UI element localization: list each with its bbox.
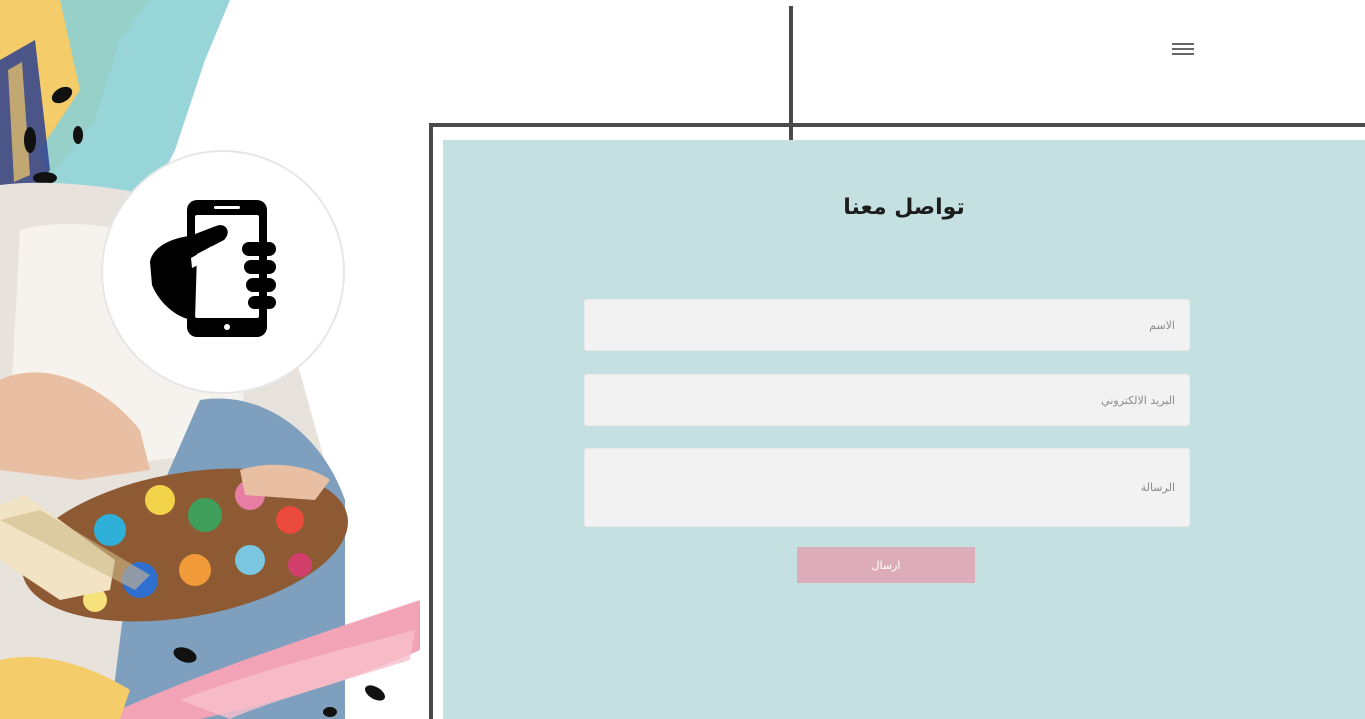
- contact-form-panel: تواصل معنا ارسال: [443, 140, 1365, 719]
- menu-bar: [1172, 48, 1194, 50]
- menu-bar: [1172, 43, 1194, 45]
- frame-border-top: [429, 123, 1365, 127]
- submit-button[interactable]: ارسال: [797, 547, 975, 583]
- hero-artwork: [0, 0, 420, 719]
- menu-bar: [1172, 53, 1194, 55]
- frame-divider-vertical: [789, 6, 793, 140]
- hamburger-menu-icon[interactable]: [1168, 38, 1198, 60]
- contact-page: تواصل معنا ارسال: [0, 0, 1365, 719]
- contact-title: تواصل معنا: [843, 195, 965, 220]
- name-input[interactable]: [584, 299, 1190, 351]
- painting-illustration: [0, 0, 420, 719]
- frame-border-left: [429, 123, 433, 719]
- message-textarea[interactable]: [584, 448, 1190, 527]
- email-input[interactable]: [584, 374, 1190, 426]
